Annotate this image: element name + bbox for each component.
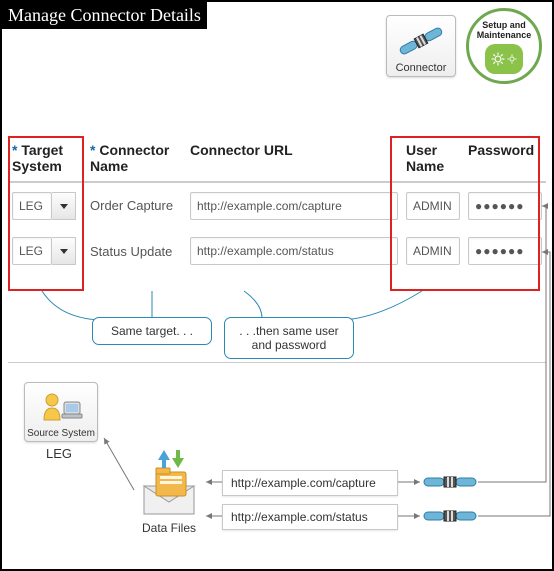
top-right-group: Connector Setup and Maintenance xyxy=(386,8,542,84)
divider xyxy=(8,362,546,363)
chevron-down-icon[interactable] xyxy=(52,192,76,220)
gear-icon xyxy=(485,44,523,74)
source-system-icon xyxy=(27,386,95,428)
target-value: LEG xyxy=(12,192,52,220)
connector-tile-label: Connector xyxy=(389,62,453,74)
col-header-url: Connector URL xyxy=(186,140,402,182)
setup-label-line2: Maintenance xyxy=(477,30,532,40)
connector-name: Status Update xyxy=(90,244,182,259)
data-file-url: http://example.com/capture xyxy=(222,470,398,496)
diagram-frame: Manage Connector Details Connector Setup… xyxy=(0,0,554,571)
data-file-url: http://example.com/status xyxy=(222,504,398,530)
password-input[interactable]: ●●●●●● xyxy=(468,237,542,265)
connector-icon xyxy=(389,20,453,62)
user-input[interactable]: ADMIN xyxy=(406,237,460,265)
source-system-tile[interactable]: Source System xyxy=(24,382,98,442)
bottom-zone: Source System LEG Data Files http://ex xyxy=(8,378,546,563)
col-header-user: User Name xyxy=(402,140,464,182)
connector-icon xyxy=(422,504,478,531)
col-header-target: Target System xyxy=(12,142,63,174)
col-header-password: Password xyxy=(464,140,546,182)
connector-tile[interactable]: Connector xyxy=(386,15,456,77)
page-title: Manage Connector Details xyxy=(2,2,207,29)
leg-label: LEG xyxy=(46,446,72,461)
connector-url-input[interactable]: http://example.com/status xyxy=(190,237,398,265)
setup-label-line1: Setup and xyxy=(482,20,526,30)
source-system-label: Source System xyxy=(27,428,95,439)
target-select[interactable]: LEG xyxy=(12,237,82,265)
setup-maintenance-badge[interactable]: Setup and Maintenance xyxy=(466,8,542,84)
table-row: LEG Order Capture http://example.com/cap… xyxy=(8,182,546,228)
password-input[interactable]: ●●●●●● xyxy=(468,192,542,220)
connector-table: Target System Connector Name Connector U… xyxy=(8,140,546,274)
data-files-icon xyxy=(134,446,204,518)
table-row: LEG Status Update http://example.com/sta… xyxy=(8,228,546,274)
target-value: LEG xyxy=(12,237,52,265)
data-files-label: Data Files xyxy=(134,521,204,535)
user-input[interactable]: ADMIN xyxy=(406,192,460,220)
connector-url-input[interactable]: http://example.com/capture xyxy=(190,192,398,220)
data-files-block: Data Files xyxy=(134,446,204,535)
connector-name: Order Capture xyxy=(90,198,182,213)
target-select[interactable]: LEG xyxy=(12,192,82,220)
connector-icon xyxy=(422,470,478,497)
callout-same-target: Same target. . . xyxy=(92,317,212,345)
callout-same-user: . . .then same user and password xyxy=(224,317,354,359)
chevron-down-icon[interactable] xyxy=(52,237,76,265)
col-header-name: Connector Name xyxy=(90,142,169,174)
